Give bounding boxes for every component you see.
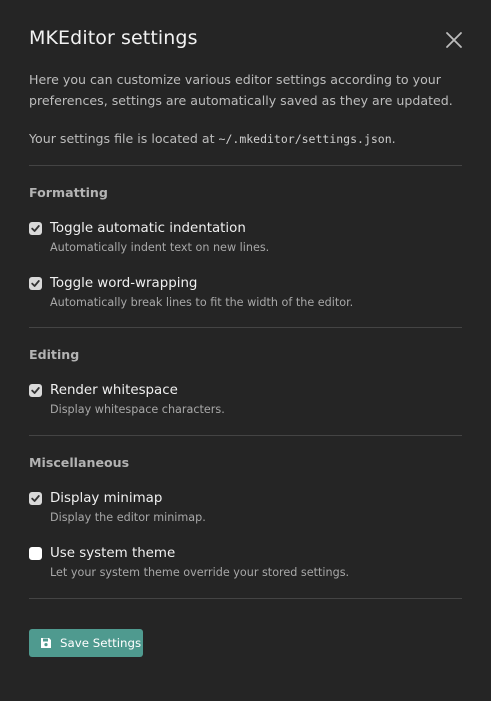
option-desc-auto-indent: Automatically indent text on new lines. (50, 241, 270, 254)
checkbox-system-theme[interactable] (29, 547, 42, 560)
checkbox-word-wrap[interactable] (29, 277, 42, 290)
option-label-auto-indent[interactable]: Toggle automatic indentation (50, 221, 462, 237)
dialog-header: MKEditor settings (29, 0, 462, 78)
settings-path-text: Your settings file is located at ~/.mked… (29, 128, 465, 150)
path-prefix: Your settings file is located at (29, 131, 219, 146)
close-icon[interactable] (444, 30, 464, 50)
section-title-editing: Editing (29, 347, 80, 362)
option-label-word-wrap[interactable]: Toggle word-wrapping (50, 276, 462, 292)
section-editing: Editing Render whitespace Display whites… (29, 347, 462, 417)
floppy-disk-icon (40, 637, 52, 649)
section-title-formatting: Formatting (29, 185, 108, 200)
option-word-wrap: Toggle word-wrapping Automatically break… (29, 276, 462, 310)
checkbox-render-whitespace[interactable] (29, 384, 42, 397)
option-label-system-theme[interactable]: Use system theme (50, 546, 462, 562)
save-settings-label: Save Settings (60, 636, 142, 650)
divider (29, 165, 462, 166)
dialog-title: MKEditor settings (29, 27, 198, 49)
divider (29, 598, 462, 599)
path-suffix: . (391, 131, 396, 146)
option-render-whitespace: Render whitespace Display whitespace cha… (29, 383, 462, 417)
section-formatting: Formatting Toggle automatic indentation … (29, 185, 462, 310)
option-label-render-whitespace[interactable]: Render whitespace (50, 383, 462, 399)
divider (29, 435, 462, 436)
checkbox-auto-indent[interactable] (29, 222, 42, 235)
option-auto-indent: Toggle automatic indentation Automatical… (29, 221, 462, 255)
option-display-minimap: Display minimap Display the editor minim… (29, 491, 462, 525)
option-desc-display-minimap: Display the editor minimap. (50, 511, 206, 524)
option-desc-system-theme: Let your system theme override your stor… (50, 566, 350, 579)
divider (29, 327, 462, 328)
settings-file-path: ~/.mkeditor/settings.json (218, 132, 392, 146)
checkbox-display-minimap[interactable] (29, 492, 42, 505)
option-desc-render-whitespace: Display whitespace characters. (50, 403, 225, 416)
option-system-theme: Use system theme Let your system theme o… (29, 546, 462, 580)
section-title-miscellaneous: Miscellaneous (29, 455, 130, 470)
option-desc-word-wrap: Automatically break lines to fit the wid… (50, 296, 354, 309)
section-miscellaneous: Miscellaneous Display minimap Display th… (29, 455, 462, 580)
save-settings-button[interactable]: Save Settings (29, 629, 143, 657)
settings-dialog: MKEditor settings Here you can customize… (0, 0, 491, 701)
option-label-display-minimap[interactable]: Display minimap (50, 491, 462, 507)
